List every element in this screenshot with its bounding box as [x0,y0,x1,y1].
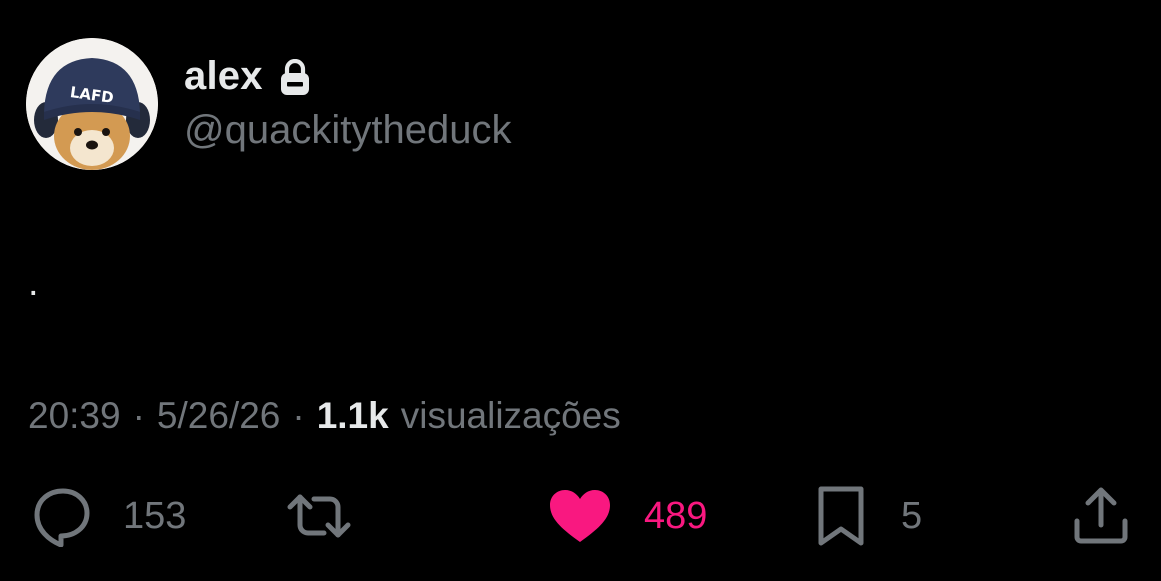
meta-separator: · [132,395,145,436]
avatar[interactable]: LAFD [26,38,158,170]
tweet-date[interactable]: 5/26/26 [157,395,280,437]
share-icon [1070,485,1132,547]
avatar-image: LAFD [26,38,158,170]
handle[interactable]: @quackitytheduck [184,108,511,153]
meta-separator: · [292,395,305,436]
display-name[interactable]: alex [184,54,263,99]
tweet-text: . [28,262,39,304]
views-label: visualizações [400,395,621,436]
bookmark-icon [815,485,867,547]
retweet-icon [284,487,354,545]
like-count: 489 [644,494,708,537]
retweet-button[interactable] [284,480,354,552]
action-bar: 153 489 5 [0,480,1161,552]
share-button[interactable] [1070,480,1132,552]
tweet-time[interactable]: 20:39 [28,395,121,437]
lock-icon [279,58,311,97]
views-count: 1.1k [316,395,389,436]
like-button[interactable]: 489 [548,480,707,552]
name-row: alex [184,50,311,102]
speech-bubble-icon [27,485,93,547]
bookmark-button[interactable]: 5 [815,480,922,552]
tweet-meta: 20:39 · 5/26/26 · 1.1k visualizações [28,393,621,439]
reply-button[interactable]: 153 [27,480,186,552]
bookmark-count: 5 [901,494,923,537]
reply-count: 153 [123,494,187,537]
heart-icon [548,488,612,544]
